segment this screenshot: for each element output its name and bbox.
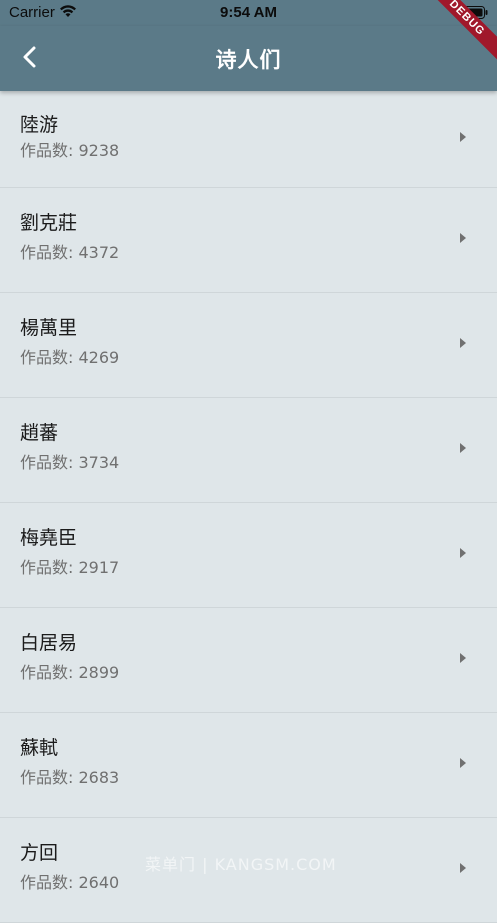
chevron-right-icon	[459, 544, 467, 563]
chevron-right-icon	[459, 754, 467, 773]
work-count: 作品数: 2640	[20, 873, 120, 892]
work-count: 作品数: 3734	[20, 453, 120, 472]
poet-name: 劉克莊	[20, 212, 78, 234]
work-count: 作品数: 2917	[20, 558, 120, 577]
poet-list: 陸游 作品数: 9238 劉克莊 作品数: 4372 楊萬里 作品数: 4269…	[0, 91, 497, 923]
poet-name: 梅堯臣	[20, 527, 78, 549]
poet-name: 蘇軾	[20, 737, 59, 759]
work-count: 作品数: 9238	[20, 141, 120, 160]
poet-name: 楊萬里	[20, 317, 78, 339]
list-item[interactable]: 劉克莊 作品数: 4372	[0, 188, 497, 293]
poet-name: 陸游	[20, 114, 59, 136]
list-item[interactable]: 白居易 作品数: 2899	[0, 608, 497, 713]
chevron-right-icon	[459, 649, 467, 668]
poet-name: 趙蕃	[20, 422, 59, 444]
chevron-right-icon	[459, 439, 467, 458]
poet-name: 白居易	[20, 632, 78, 654]
chevron-right-icon	[459, 229, 467, 248]
list-item[interactable]: 楊萬里 作品数: 4269	[0, 293, 497, 398]
work-count: 作品数: 4269	[20, 348, 120, 367]
poet-name: 方回	[20, 842, 59, 864]
status-bar: Carrier 9:54 AM	[0, 0, 497, 26]
app-bar: 诗人们	[0, 26, 497, 91]
list-item[interactable]: 梅堯臣 作品数: 2917	[0, 503, 497, 608]
list-item[interactable]: 陸游 作品数: 9238	[0, 91, 497, 188]
list-item[interactable]: 蘇軾 作品数: 2683	[0, 713, 497, 818]
work-count: 作品数: 2683	[20, 768, 120, 787]
watermark: 菜单门 | KANGSM.COM	[145, 855, 337, 874]
chevron-right-icon	[459, 128, 467, 147]
clock: 9:54 AM	[220, 4, 277, 21]
chevron-right-icon	[459, 859, 467, 878]
page-title: 诗人们	[215, 48, 282, 72]
chevron-right-icon	[459, 334, 467, 353]
work-count: 作品数: 2899	[20, 663, 120, 682]
work-count: 作品数: 4372	[20, 243, 120, 262]
list-item[interactable]: 趙蕃 作品数: 3734	[0, 398, 497, 503]
